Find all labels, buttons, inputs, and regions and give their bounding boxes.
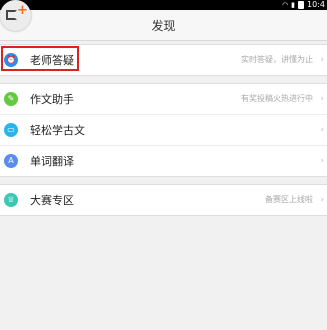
item-label: 作文助手 — [30, 93, 74, 106]
trophy-icon: ♕ — [4, 193, 18, 207]
header-bar: 发现 — [0, 10, 327, 41]
list-item-writing-assistant[interactable]: ✎ 作文助手 有奖投稿火热进行中 › — [0, 84, 327, 115]
group-contest: ♕ 大赛专区 备赛区上线啦 › — [0, 184, 327, 216]
chevron-right-icon: › — [320, 55, 324, 65]
alarm-clock-icon: ⏰ — [4, 53, 18, 67]
list-item-classical-chinese[interactable]: ▭ 轻松学古文 › — [0, 115, 327, 146]
page-title: 发现 — [151, 18, 176, 33]
app-logo-button[interactable]: + — [0, 0, 31, 31]
item-desc: 备赛区上线啦 — [265, 195, 313, 204]
plus-icon: + — [17, 3, 28, 18]
item-desc: 有奖投稿火热进行中 — [241, 94, 313, 103]
list-item-contest-zone[interactable]: ♕ 大赛专区 备赛区上线啦 › — [0, 185, 327, 215]
document-icon: ✎ — [4, 92, 18, 106]
logo-box-icon — [6, 10, 17, 20]
chevron-right-icon: › — [320, 94, 324, 104]
item-label: 大赛专区 — [30, 194, 74, 207]
group-qa: ⏰ 老师答疑 实时答疑，讲懂为止 › — [0, 44, 327, 76]
chevron-right-icon: › — [320, 125, 324, 135]
chevron-right-icon: › — [320, 195, 324, 205]
status-icons: ◠ ▮ — [282, 0, 305, 10]
wifi-icon: ◠ — [282, 1, 289, 9]
group-study: ✎ 作文助手 有奖投稿火热进行中 › ▭ 轻松学古文 › A 单词翻译 › — [0, 83, 327, 177]
item-label: 轻松学古文 — [30, 124, 85, 137]
list-item-teacher-qa[interactable]: ⏰ 老师答疑 实时答疑，讲懂为止 › — [0, 45, 327, 75]
status-bar: ◠ ▮ 10:4 — [0, 0, 327, 10]
list-item-word-translate[interactable]: A 单词翻译 › — [0, 146, 327, 176]
item-label: 老师答疑 — [30, 54, 74, 67]
book-icon: ▭ — [4, 123, 18, 137]
item-desc: 实时答疑，讲懂为止 — [241, 55, 313, 64]
status-time: 10:4 — [307, 0, 325, 9]
signal-icon: ▮ — [291, 1, 296, 9]
chevron-right-icon: › — [320, 156, 324, 166]
battery-icon — [298, 1, 305, 9]
item-label: 单词翻译 — [30, 155, 74, 168]
translate-icon: A — [4, 154, 18, 168]
